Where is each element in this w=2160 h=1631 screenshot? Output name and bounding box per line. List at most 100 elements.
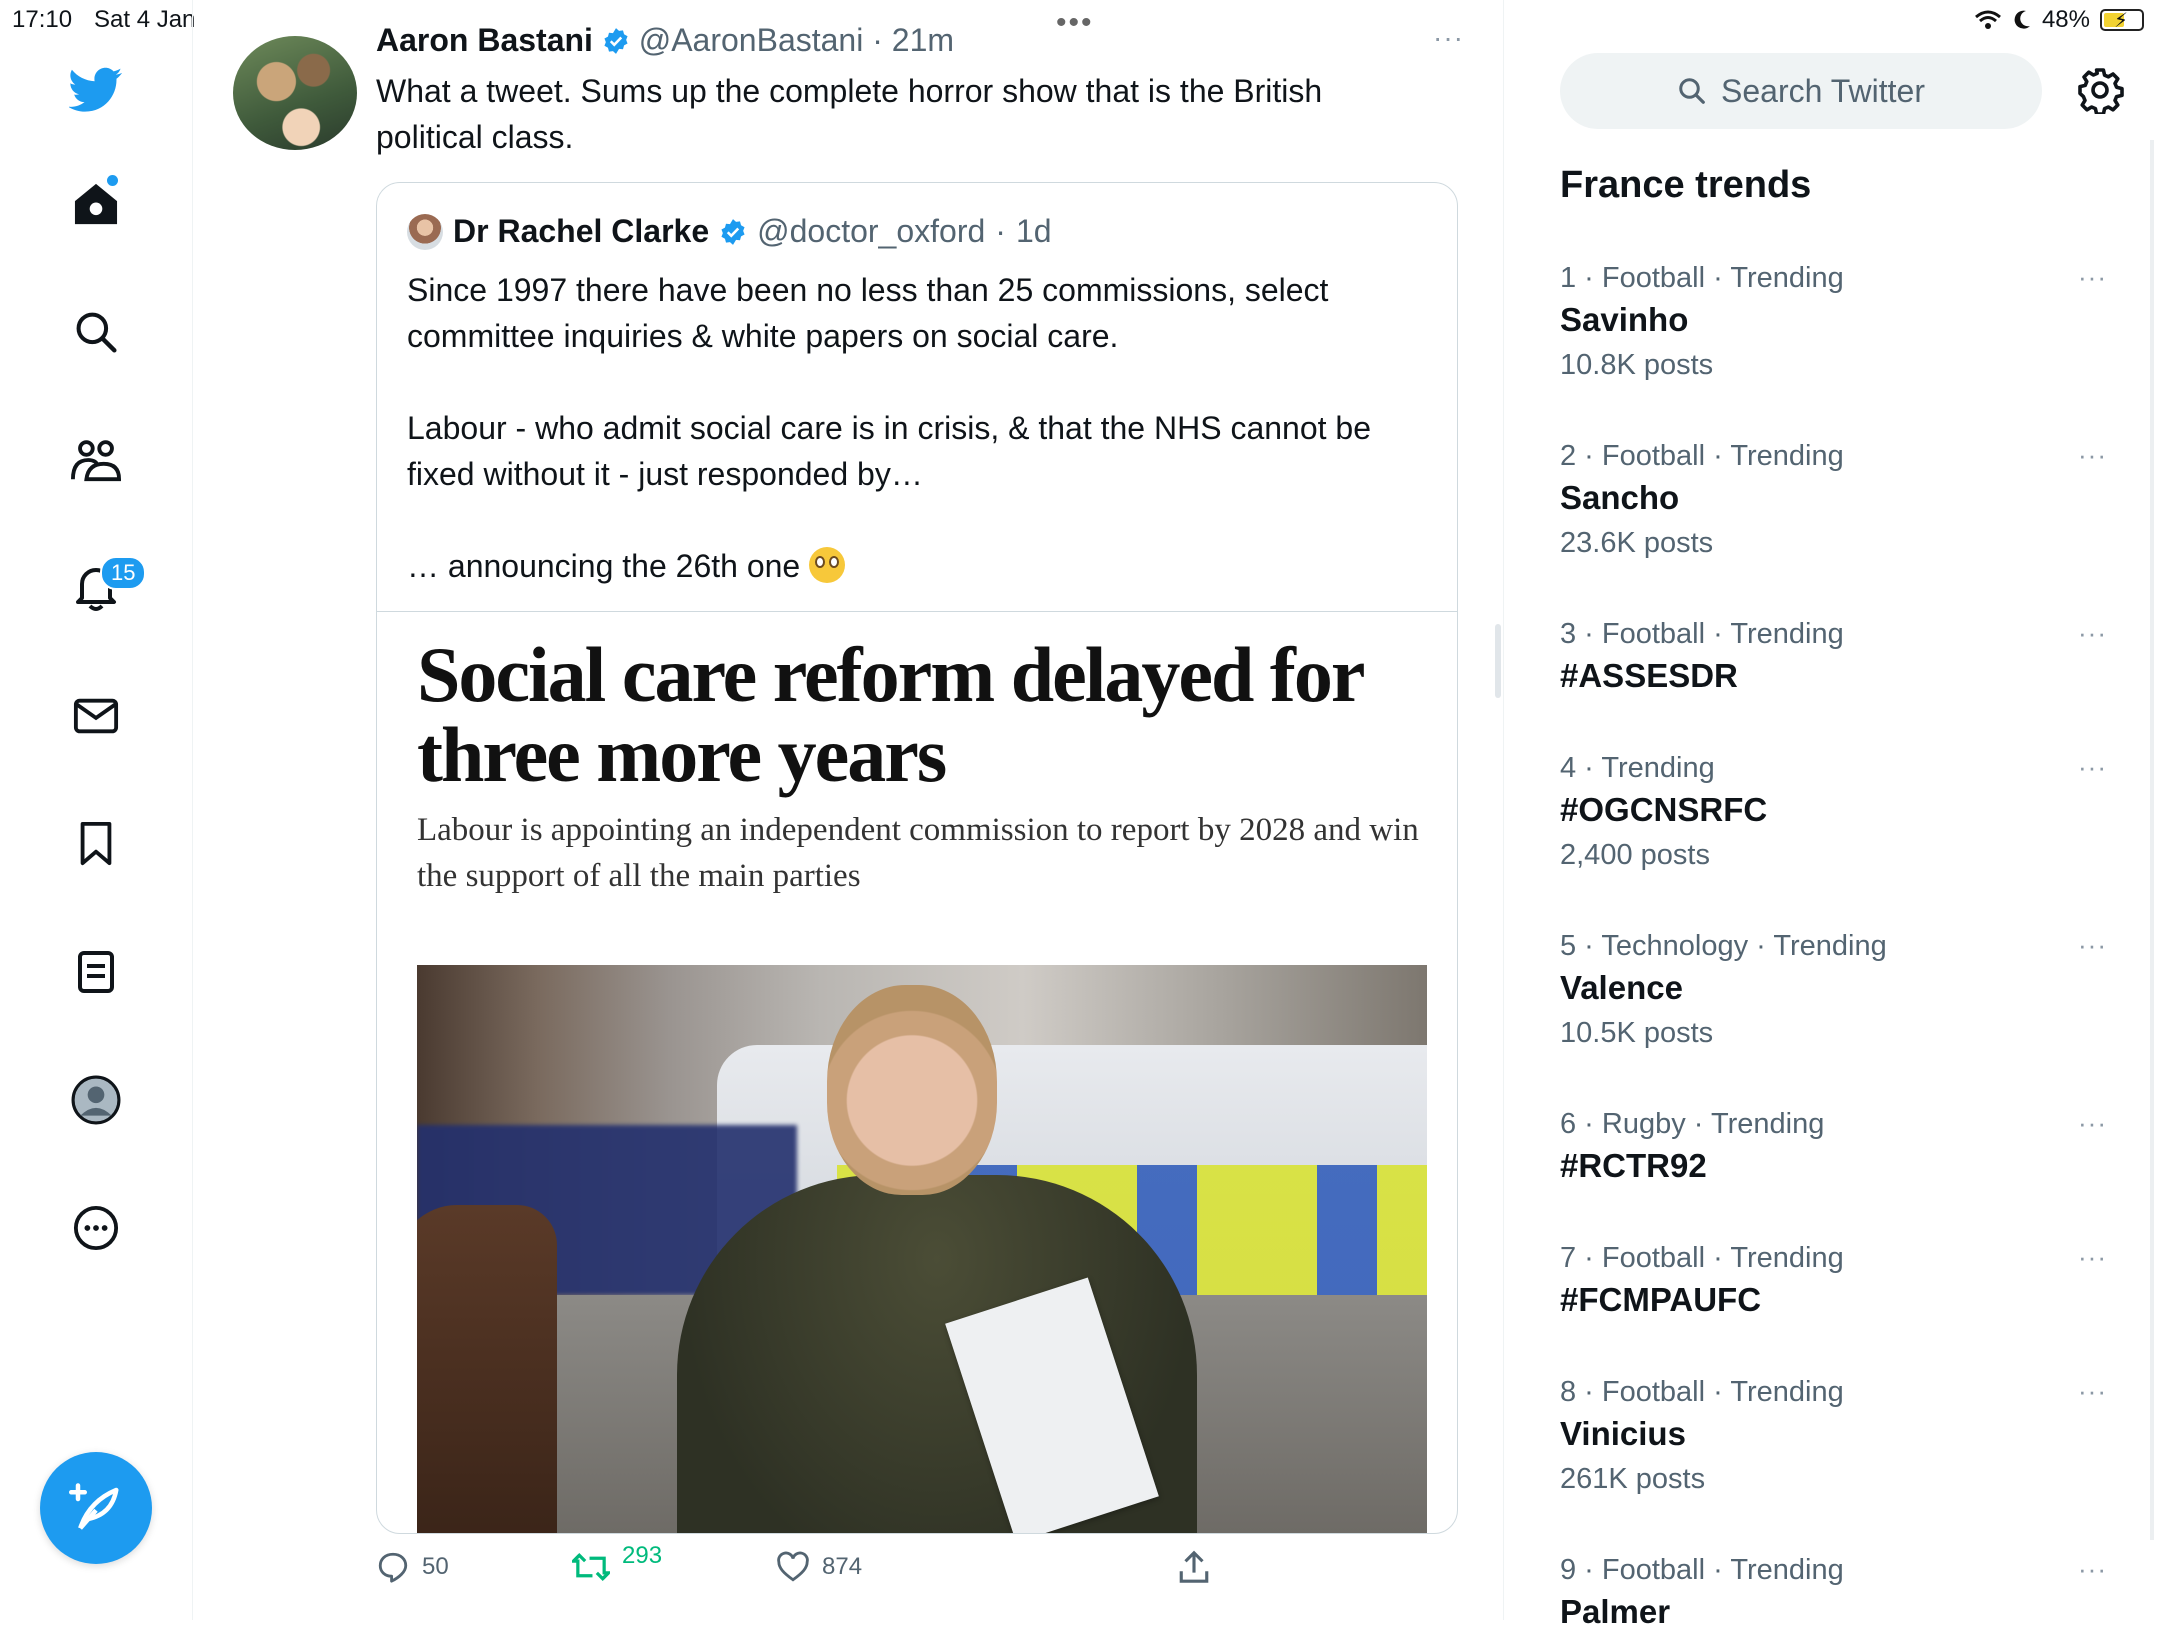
quoted-avatar[interactable] <box>407 213 443 250</box>
quoted-paragraph: Labour - who admit social care is in cri… <box>407 410 1371 492</box>
trend-more-button[interactable]: ··· <box>2078 1242 2107 1273</box>
trend-item[interactable]: 9 · Football · Trending Palmer ··· <box>1560 1554 2120 1631</box>
quoted-tweet[interactable]: Dr Rachel Clarke @doctor_oxford · 1d Sin… <box>376 182 1458 1534</box>
compose-button[interactable] <box>40 1452 152 1564</box>
search-placeholder: Search Twitter <box>1721 72 1925 109</box>
communities-icon[interactable] <box>68 432 124 488</box>
quoted-paragraph: … announcing the 26th one <box>407 543 1427 589</box>
trend-meta: 2 · Football · Trending <box>1560 440 1844 472</box>
retweet-count: 293 <box>622 1542 663 1569</box>
tweet-author[interactable]: Aaron Bastani @AaronBastani · 21m <box>376 22 954 59</box>
gear-icon <box>2078 68 2124 116</box>
trend-meta: 3 · Football · Trending <box>1560 618 1844 650</box>
quoted-text: Since 1997 there have been no less than … <box>407 267 1427 589</box>
quoted-paragraph: Since 1997 there have been no less than … <box>407 272 1329 354</box>
trend-topic: #ASSESDR <box>1560 657 1738 694</box>
tweet-time[interactable]: 21m <box>892 22 954 58</box>
split-view-handle[interactable] <box>1495 624 1501 698</box>
quoted-handle: @doctor_oxford <box>757 213 986 249</box>
trend-more-button[interactable]: ··· <box>2078 752 2107 783</box>
trend-item[interactable]: 3 · Football · Trending #ASSESDR ··· <box>1560 618 2120 695</box>
trend-post-count: 261K posts <box>1560 1463 1706 1495</box>
verified-badge-icon <box>721 218 745 245</box>
trend-more-button[interactable]: ··· <box>2078 440 2107 471</box>
profile-icon[interactable] <box>68 1072 124 1128</box>
quoted-time: 1d <box>1015 213 1052 249</box>
verified-badge-icon <box>604 28 628 54</box>
reply-button[interactable]: 50 <box>376 1550 449 1584</box>
separator-dot: · <box>872 22 883 58</box>
quoted-name[interactable]: Dr Rachel Clarke <box>453 213 709 250</box>
author-avatar[interactable] <box>233 36 357 150</box>
settings-gear-button[interactable] <box>2076 66 2124 116</box>
main-timeline: Aaron Bastani @AaronBastani · 21m ··· Wh… <box>193 0 1504 1620</box>
trend-more-button[interactable]: ··· <box>2078 1554 2107 1585</box>
trend-item[interactable]: 1 · Football · Trending Savinho 10.8K post… <box>1560 262 2120 382</box>
divider <box>377 611 1457 612</box>
trend-more-button[interactable]: ··· <box>2078 1108 2107 1139</box>
lists-icon[interactable] <box>68 944 124 1000</box>
quoted-paragraph-text: … announcing the 26th one <box>407 548 801 584</box>
compose-feather-icon <box>69 1483 119 1530</box>
like-icon <box>777 1551 809 1582</box>
battery-charging-icon: ⚡ <box>2100 9 2144 32</box>
retweet-button[interactable]: 293 <box>572 1542 662 1584</box>
trend-item[interactable]: 5 · Technology · Trending Valence 10.5K po… <box>1560 930 2120 1050</box>
status-right: 48% ⚡ <box>1974 6 2144 34</box>
reply-icon <box>378 1552 408 1583</box>
article-photo[interactable] <box>417 965 1427 1533</box>
home-new-indicator <box>107 175 118 186</box>
trend-item[interactable]: 6 · Rugby · Trending #RCTR92 ··· <box>1560 1108 2120 1185</box>
trend-post-count: 23.6K posts <box>1560 527 1714 559</box>
share-icon <box>1179 1550 1209 1583</box>
search-icon <box>1679 78 1705 104</box>
retweet-icon <box>572 1553 610 1581</box>
twitter-logo-icon[interactable] <box>68 62 124 118</box>
reply-count: 50 <box>422 1553 449 1580</box>
sidebar-scrollbar[interactable] <box>2150 140 2154 1540</box>
article-subheadline: Labour is appointing an independent comm… <box>417 812 1419 894</box>
tweet-more-button[interactable]: ··· <box>1433 22 1464 54</box>
like-count: 874 <box>822 1553 863 1580</box>
trend-topic: Savinho <box>1560 301 1689 338</box>
search-twitter-input[interactable]: Search Twitter <box>1560 53 2042 129</box>
trend-topic: #FCMPAUFC <box>1560 1281 1762 1318</box>
tweet-actions: 50 293 874 <box>376 1542 1376 1590</box>
battery-percent: 48% <box>2041 6 2090 33</box>
article-headline: Social care reform delayed for three mor… <box>417 631 1364 798</box>
trend-more-button[interactable]: ··· <box>2078 930 2107 961</box>
like-button[interactable]: 874 <box>776 1550 862 1584</box>
share-button[interactable] <box>1178 1550 1210 1584</box>
trends-title: France trends <box>1560 164 1812 206</box>
author-name[interactable]: Aaron Bastani <box>376 22 593 58</box>
trend-topic: #RCTR92 <box>1560 1147 1707 1184</box>
trend-meta: 7 · Football · Trending <box>1560 1242 1844 1274</box>
flushed-face-emoji-icon <box>809 547 846 583</box>
trend-item[interactable]: 4 · Trending #OGCNSRFC 2,400 posts ··· <box>1560 752 2120 872</box>
trend-meta: 4 · Trending <box>1560 752 1715 784</box>
trend-item[interactable]: 2 · Football · Trending Sancho 23.6K posts… <box>1560 440 2120 560</box>
left-navigation: 15 <box>0 0 193 1620</box>
trend-item[interactable]: 7 · Football · Trending #FCMPAUFC ··· <box>1560 1242 2120 1319</box>
trend-meta: 6 · Rugby · Trending <box>1560 1108 1825 1140</box>
trend-meta: 1 · Football · Trending <box>1560 262 1844 294</box>
messages-icon[interactable] <box>68 688 124 744</box>
trend-meta: 9 · Football · Trending <box>1560 1554 1844 1586</box>
trend-more-button[interactable]: ··· <box>2078 618 2107 649</box>
bookmarks-icon[interactable] <box>68 816 124 872</box>
trend-post-count: 10.5K posts <box>1560 1017 1714 1049</box>
quoted-author[interactable]: Dr Rachel Clarke @doctor_oxford · 1d <box>407 213 1052 250</box>
trend-item[interactable]: 8 · Football · Trending Vinicius 261K post… <box>1560 1376 2120 1496</box>
trend-topic: Vinicius <box>1560 1415 1686 1452</box>
trend-meta: 5 · Technology · Trending <box>1560 930 1887 962</box>
tweet-text: What a tweet. Sums up the complete horro… <box>376 73 1323 155</box>
trend-more-button[interactable]: ··· <box>2078 1376 2107 1407</box>
search-icon[interactable] <box>68 304 124 360</box>
more-icon[interactable] <box>68 1200 124 1256</box>
trend-topic: Palmer <box>1560 1593 1671 1630</box>
trend-post-count: 10.8K posts <box>1560 349 1714 381</box>
separator-dot: · <box>995 213 1006 249</box>
trend-post-count: 2,400 posts <box>1560 839 1710 871</box>
trend-more-button[interactable]: ··· <box>2078 262 2107 293</box>
wifi-icon <box>1974 10 2001 29</box>
